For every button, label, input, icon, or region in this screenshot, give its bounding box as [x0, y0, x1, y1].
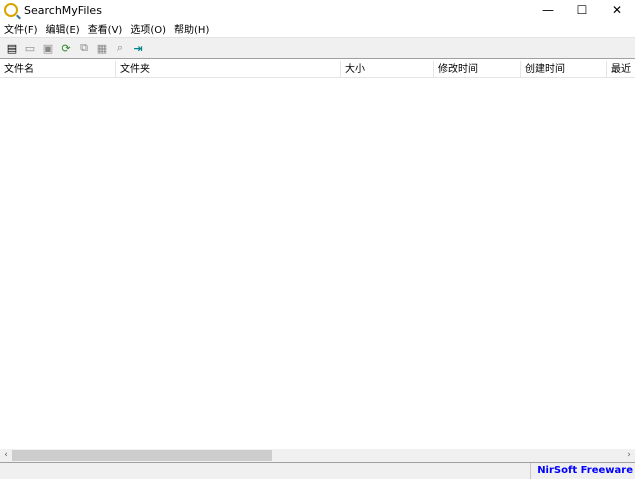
column-size[interactable]: 大小: [341, 61, 434, 78]
scrollbar-thumb[interactable]: [12, 450, 272, 461]
horizontal-scrollbar[interactable]: ‹ ›: [0, 449, 635, 462]
column-modified[interactable]: 修改时间: [434, 61, 521, 78]
exit-icon[interactable]: ⇥: [130, 40, 146, 56]
list-header: 文件名 文件夹 大小 修改时间 创建时间 最近: [0, 61, 635, 78]
find-icon[interactable]: ⌕: [112, 40, 128, 56]
column-accessed[interactable]: 最近: [607, 61, 635, 78]
title-bar: SearchMyFiles — ☐ ✕: [0, 0, 635, 20]
column-folder[interactable]: 文件夹: [116, 61, 341, 78]
menu-file[interactable]: 文件(F): [0, 21, 42, 36]
menu-help[interactable]: 帮助(H): [170, 21, 213, 36]
status-bar: NirSoft Freeware: [0, 462, 635, 479]
properties-icon[interactable]: ▦: [94, 40, 110, 56]
menu-options[interactable]: 选项(O): [126, 21, 170, 36]
copy-icon[interactable]: ⧉: [76, 40, 92, 56]
close-button[interactable]: ✕: [599, 0, 635, 20]
save-icon[interactable]: ▣: [40, 40, 56, 56]
refresh-icon[interactable]: ⟳: [58, 40, 74, 56]
column-filename[interactable]: 文件名: [0, 61, 116, 78]
open-folder-icon[interactable]: ▭: [22, 40, 38, 56]
menu-view[interactable]: 查看(V): [84, 21, 127, 36]
menu-edit[interactable]: 编辑(E): [42, 21, 84, 36]
window-title: SearchMyFiles: [24, 3, 102, 17]
app-icon: [4, 3, 18, 17]
maximize-button[interactable]: ☐: [564, 0, 600, 20]
new-search-icon[interactable]: ▤: [4, 40, 20, 56]
toolbar: ▤ ▭ ▣ ⟳ ⧉ ▦ ⌕ ⇥: [0, 37, 635, 59]
column-created[interactable]: 创建时间: [521, 61, 607, 78]
scroll-left-icon[interactable]: ‹: [0, 449, 12, 462]
nirsoft-link[interactable]: NirSoft Freeware: [530, 463, 633, 479]
menu-bar: 文件(F) 编辑(E) 查看(V) 选项(O) 帮助(H): [0, 20, 213, 37]
scroll-right-icon[interactable]: ›: [623, 449, 635, 462]
minimize-button[interactable]: —: [530, 0, 566, 20]
